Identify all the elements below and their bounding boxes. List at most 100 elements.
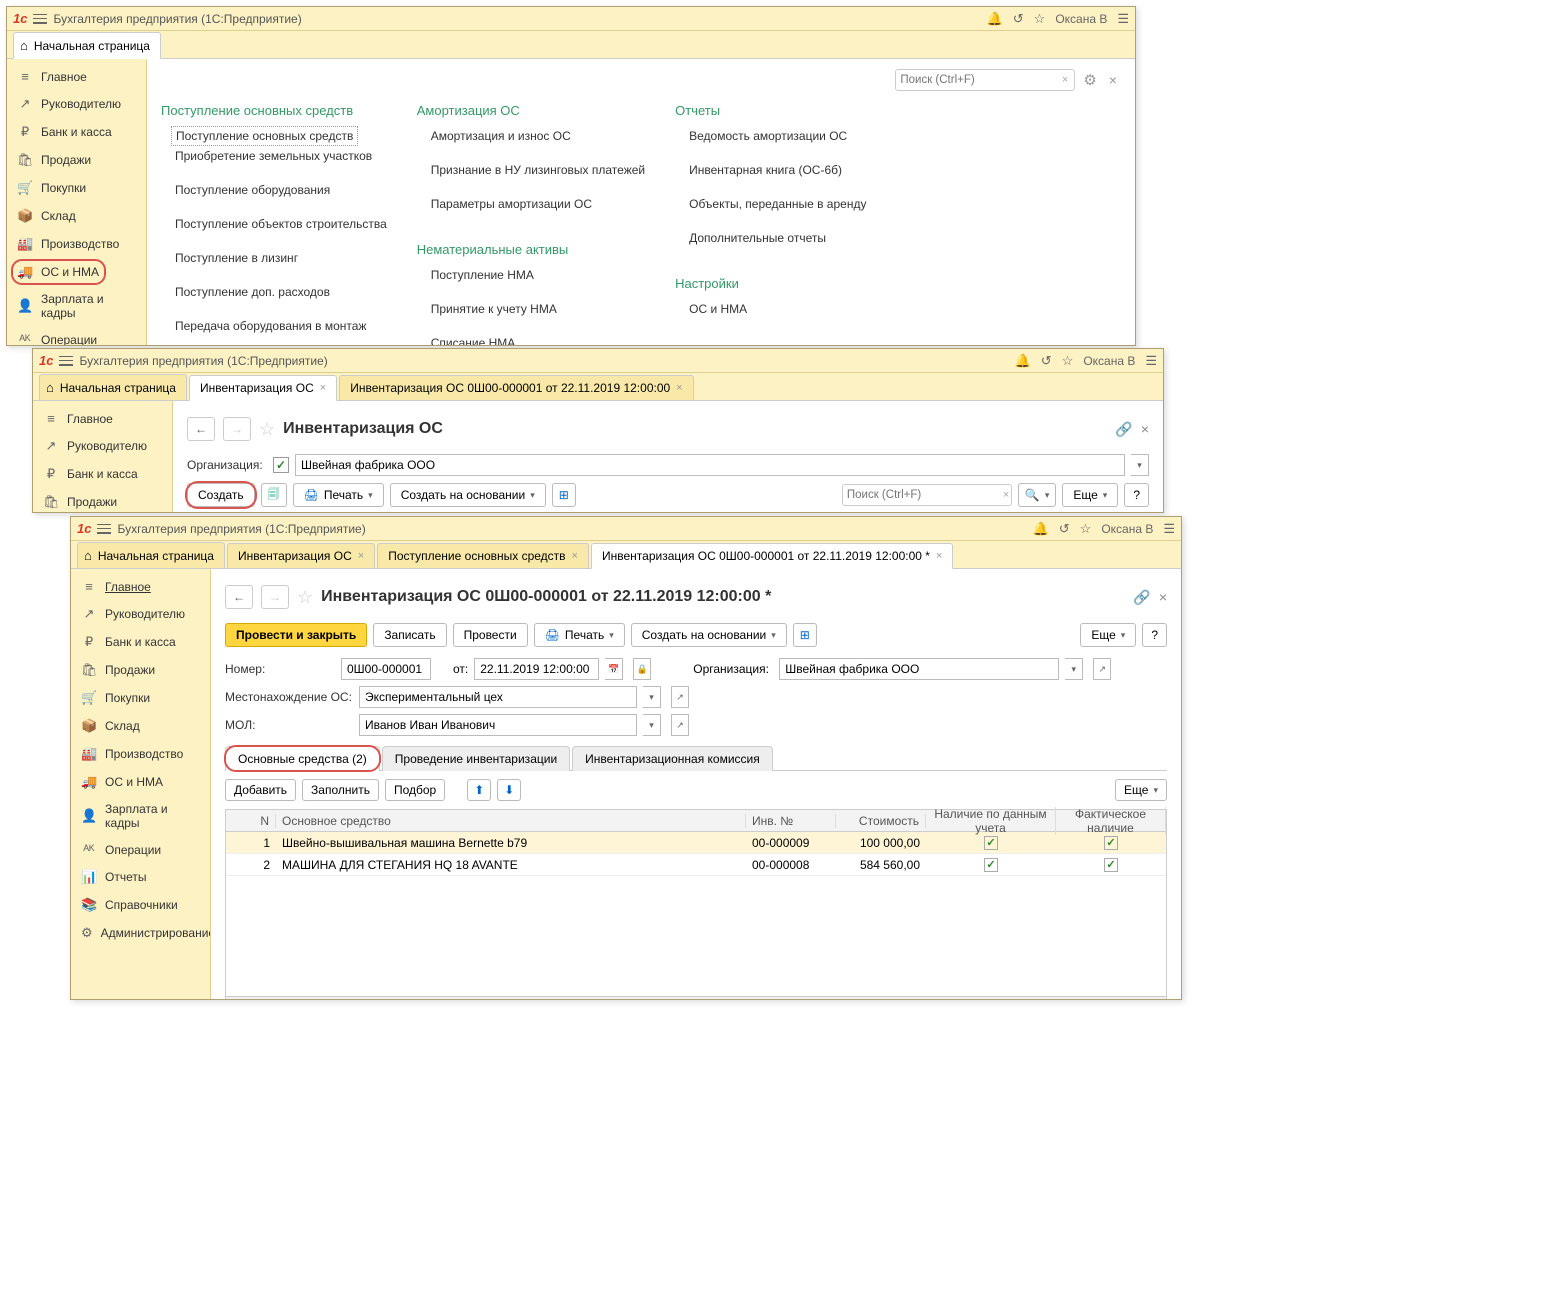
sidebar-item[interactable]: 🏭Производство (71, 740, 210, 768)
close-icon[interactable]: × (1159, 589, 1167, 606)
org-checkbox[interactable]: ✓ (273, 457, 289, 473)
mol-input[interactable] (359, 714, 637, 736)
menu-link[interactable]: ОС и НМА (675, 299, 885, 319)
tab-assets[interactable]: Основные средства (2) (225, 746, 380, 771)
add-button[interactable]: Добавить (225, 779, 296, 801)
sidebar-item[interactable]: 🚚ОС и НМА (71, 768, 210, 796)
sidebar-item[interactable]: ₽Банк и касса (33, 460, 172, 488)
sidebar-item[interactable]: ₽Банк и касса (71, 628, 210, 656)
menu-link[interactable]: Амортизация и износ ОС (417, 126, 645, 146)
check-icon[interactable]: ✓ (984, 836, 998, 850)
bell-icon[interactable]: 🔔 (1015, 353, 1031, 369)
user-name[interactable]: Оксана В (1055, 12, 1107, 26)
menu-link[interactable]: Поступление доп. расходов (161, 282, 387, 302)
org-input[interactable] (779, 658, 1059, 680)
sidebar-item[interactable]: ↗Руководителю (7, 90, 146, 118)
favorite-icon[interactable]: ☆ (297, 587, 313, 608)
create-based-button[interactable]: Создать на основании▾ (631, 623, 787, 647)
sidebar-item[interactable]: ⚙Администрирование (71, 919, 210, 947)
copy-button[interactable]: 🗐 (261, 483, 287, 507)
menu-link[interactable]: Списание НМА (417, 333, 645, 345)
link-icon[interactable]: 🔗 (1115, 421, 1132, 438)
post-button[interactable]: Провести (453, 623, 528, 647)
sidebar-item[interactable]: ≡Главное (71, 573, 210, 600)
help-button[interactable]: ? (1142, 623, 1167, 647)
table-row[interactable]: 2МАШИНА ДЛЯ СТЕГАНИЯ HQ 18 AVANTE00-0000… (226, 854, 1166, 876)
sidebar-item[interactable]: 📦Склад (7, 202, 146, 230)
close-icon[interactable]: × (1141, 421, 1149, 438)
date-input[interactable] (474, 658, 599, 680)
menu-link[interactable]: Поступление оборудования (161, 180, 387, 200)
dropdown-icon[interactable]: ▾ (1131, 454, 1149, 476)
menu-link[interactable]: Признание в НУ лизинговых платежей (417, 160, 645, 180)
dropdown-icon[interactable]: ▾ (643, 714, 661, 736)
tab-home[interactable]: ⌂ Начальная страница (39, 374, 187, 400)
menu-link[interactable]: Принятие к учету НМА (417, 299, 645, 319)
star-icon[interactable]: ☆ (1080, 521, 1092, 537)
link-icon[interactable]: 🔗 (1133, 589, 1150, 606)
sidebar-item[interactable]: 👤Зарплата и кадры (7, 286, 146, 326)
tab-home[interactable]: ⌂ Начальная страница (77, 542, 225, 568)
register-button[interactable]: ⊞ (552, 483, 576, 507)
fill-button[interactable]: Заполнить (302, 779, 379, 801)
search-input[interactable] (900, 74, 1060, 86)
close-icon[interactable]: × (676, 382, 682, 394)
user-name[interactable]: Оксана В (1101, 522, 1153, 536)
sidebar-item[interactable]: 🛍Продажи (33, 488, 172, 512)
close-icon[interactable]: × (572, 550, 578, 562)
menu-icon[interactable] (97, 524, 111, 534)
open-icon[interactable]: ↗ (1093, 658, 1111, 680)
record-button[interactable]: Записать (373, 623, 446, 647)
star-icon[interactable]: ☆ (1034, 11, 1046, 27)
sidebar-item[interactable]: ₽Банк и касса (7, 118, 146, 146)
sidebar-item[interactable]: ↗Руководителю (33, 432, 172, 460)
panel-icon[interactable]: ☰ (1163, 521, 1175, 537)
star-icon[interactable]: ☆ (1062, 353, 1074, 369)
menu-link[interactable]: Объекты, переданные в аренду (675, 194, 885, 214)
bell-icon[interactable]: 🔔 (987, 11, 1003, 27)
menu-link[interactable]: Поступление объектов строительства (161, 214, 387, 234)
back-button[interactable]: ← (187, 417, 215, 441)
tab-inventory-doc[interactable]: Инвентаризация ОС 0Ш00-000001 от 22.11.2… (591, 543, 953, 569)
clear-icon[interactable]: × (1060, 74, 1070, 86)
dropdown-icon[interactable]: ▾ (1065, 658, 1083, 680)
sidebar-item[interactable]: 🛒Покупки (7, 174, 146, 202)
menu-link[interactable]: Поступление НМА (417, 265, 645, 285)
tab-home[interactable]: ⌂ Начальная страница (13, 32, 161, 59)
table-row[interactable]: 1Швейно-вышивальная машина Bernette b790… (226, 832, 1166, 854)
move-down-button[interactable]: ⬇ (497, 779, 521, 801)
sidebar-item[interactable]: ↗Руководителю (71, 600, 210, 628)
user-name[interactable]: Оксана В (1083, 354, 1135, 368)
history-icon[interactable]: ↺ (1041, 353, 1052, 369)
tab-inventory-list[interactable]: Инвентаризация ОС × (189, 375, 337, 401)
sidebar-item[interactable]: 📦Склад (71, 712, 210, 740)
help-button[interactable]: ? (1124, 483, 1149, 507)
lock-icon[interactable]: 🔒 (633, 658, 651, 680)
menu-icon[interactable] (59, 356, 73, 366)
sidebar-item[interactable]: 👤Зарплата и кадры (71, 796, 210, 836)
sidebar-item[interactable]: 🛍Продажи (7, 146, 146, 174)
bell-icon[interactable]: 🔔 (1033, 521, 1049, 537)
back-button[interactable]: ← (225, 585, 253, 609)
org-input[interactable] (295, 454, 1125, 476)
favorite-icon[interactable]: ☆ (259, 419, 275, 440)
create-button[interactable]: Создать (187, 483, 255, 507)
search-box[interactable]: × (895, 69, 1075, 91)
sidebar-item[interactable]: ᴬᴷОперации (7, 326, 146, 345)
menu-link[interactable]: Параметры амортизации ОС (417, 194, 645, 214)
tab-inventory-list[interactable]: Инвентаризация ОС× (227, 543, 375, 568)
close-icon[interactable]: × (936, 550, 942, 562)
tab-commission[interactable]: Инвентаризационная комиссия (572, 746, 773, 771)
sidebar-item[interactable]: 📊Отчеты (71, 863, 210, 891)
sidebar-item[interactable]: 🛒Покупки (71, 684, 210, 712)
menu-link[interactable]: Ведомость амортизации ОС (675, 126, 885, 146)
sidebar-item[interactable]: 📚Справочники (71, 891, 210, 919)
tab-inventory-doc[interactable]: Инвентаризация ОС 0Ш00-000001 от 22.11.2… (339, 375, 693, 400)
open-icon[interactable]: ↗ (671, 686, 689, 708)
check-icon[interactable]: ✓ (1104, 858, 1118, 872)
sidebar-item[interactable]: ≡Главное (7, 63, 146, 90)
dropdown-icon[interactable]: ▾ (643, 686, 661, 708)
menu-link[interactable]: Приобретение земельных участков (161, 146, 387, 166)
create-based-button[interactable]: Создать на основании▾ (390, 483, 546, 507)
post-close-button[interactable]: Провести и закрыть (225, 623, 367, 647)
